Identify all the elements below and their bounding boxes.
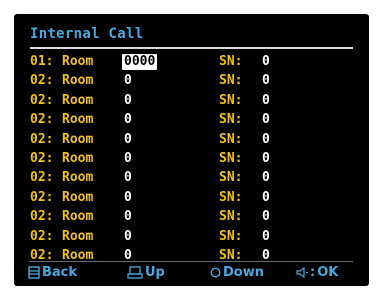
sn-label: SN: <box>219 73 243 89</box>
room-label: Room <box>62 131 94 147</box>
room-label: Room <box>62 228 94 244</box>
room-label: Room <box>62 209 94 225</box>
ok-colon: : <box>310 265 316 280</box>
down-label: Down <box>223 265 264 280</box>
row-number: 02: <box>30 131 54 147</box>
down-button[interactable]: Down <box>210 265 264 280</box>
down-key-icon <box>210 267 221 278</box>
up-label: Up <box>145 265 165 280</box>
room-row[interactable]: 02: Room 0 SN: 0 <box>14 91 369 110</box>
room-number-field[interactable]: 0 <box>124 188 132 207</box>
sn-value[interactable]: 0 <box>262 91 270 110</box>
room-row[interactable]: 02: Room 0 SN: 0 <box>14 149 369 168</box>
sn-value[interactable]: 0 <box>262 168 270 187</box>
room-label: Room <box>62 189 94 205</box>
room-row[interactable]: 02: Room 0 SN: 0 <box>14 188 369 207</box>
sn-value[interactable]: 0 <box>262 149 270 168</box>
room-number-field[interactable]: 0 <box>124 71 132 90</box>
back-key-icon <box>28 266 40 279</box>
back-button[interactable]: Back <box>28 265 77 280</box>
ok-key-icon <box>295 266 309 279</box>
sn-value[interactable]: 0 <box>262 52 270 71</box>
room-row[interactable]: 02: Room 0 SN: 0 <box>14 168 369 187</box>
sn-value[interactable]: 0 <box>262 110 270 129</box>
row-number: 02: <box>30 189 54 205</box>
room-row[interactable]: 02: Room 0 SN: 0 <box>14 130 369 149</box>
screen-title: Internal Call <box>30 26 144 42</box>
room-label: Room <box>62 150 94 166</box>
room-row[interactable]: 01: Room 0000 SN: 0 <box>14 52 369 71</box>
room-number-field[interactable]: 0 <box>124 227 132 246</box>
sn-label: SN: <box>219 112 243 128</box>
row-number: 02: <box>30 112 54 128</box>
sn-value[interactable]: 0 <box>262 71 270 90</box>
row-number: 02: <box>30 150 54 166</box>
sn-label: SN: <box>219 170 243 186</box>
room-label: Room <box>62 112 94 128</box>
sn-label: SN: <box>219 92 243 108</box>
sn-label: SN: <box>219 189 243 205</box>
room-number-field[interactable]: 0 <box>124 149 132 168</box>
row-number: 01: <box>30 54 54 69</box>
row-number: 02: <box>30 92 54 108</box>
up-key-icon <box>127 266 143 279</box>
room-label: Room <box>62 73 94 89</box>
room-row[interactable]: 02: Room 0 SN: 0 <box>14 227 369 246</box>
row-number: 02: <box>30 170 54 186</box>
room-list: 01: Room 0000 SN: 0 02: Room 0 SN: 0 02: Room 0 SN: 0 0… <box>14 52 369 265</box>
row-number: 02: <box>30 209 54 225</box>
footer-divider <box>30 261 353 262</box>
row-number: 02: <box>30 228 54 244</box>
sn-value[interactable]: 0 <box>262 207 270 226</box>
sn-label: SN: <box>219 131 243 147</box>
ok-label: OK <box>317 265 339 280</box>
row-number: 02: <box>30 73 54 89</box>
room-number-field[interactable]: 0 <box>124 168 132 187</box>
back-label: Back <box>42 265 78 280</box>
room-number-field[interactable]: 0 <box>124 110 132 129</box>
title-divider <box>30 47 353 49</box>
up-button[interactable]: Up <box>127 265 165 280</box>
room-row[interactable]: 02: Room 0 SN: 0 <box>14 71 369 90</box>
room-number-field[interactable]: 0 <box>124 207 132 226</box>
room-row[interactable]: 02: Room 0 SN: 0 <box>14 110 369 129</box>
device-screen: Internal Call 01: Room 0000 SN: 0 02: Room 0 SN:… <box>14 14 369 286</box>
room-label: Room <box>62 170 94 186</box>
sn-label: SN: <box>219 228 243 244</box>
room-row[interactable]: 02: Room 0 SN: 0 <box>14 207 369 226</box>
room-label: Room <box>62 92 94 108</box>
ok-button[interactable]: : OK <box>295 265 338 280</box>
room-number-field[interactable]: 0 <box>124 130 132 149</box>
sn-value[interactable]: 0 <box>262 188 270 207</box>
room-label: Room <box>62 54 94 69</box>
sn-value[interactable]: 0 <box>262 130 270 149</box>
room-number-field[interactable]: 0000 <box>122 54 158 70</box>
room-number-field[interactable]: 0 <box>124 91 132 110</box>
sn-label: SN: <box>219 54 243 69</box>
sn-label: SN: <box>219 209 243 225</box>
sn-label: SN: <box>219 150 243 166</box>
sn-value[interactable]: 0 <box>262 227 270 246</box>
softkey-bar: Back Up Down : OK <box>14 263 369 285</box>
